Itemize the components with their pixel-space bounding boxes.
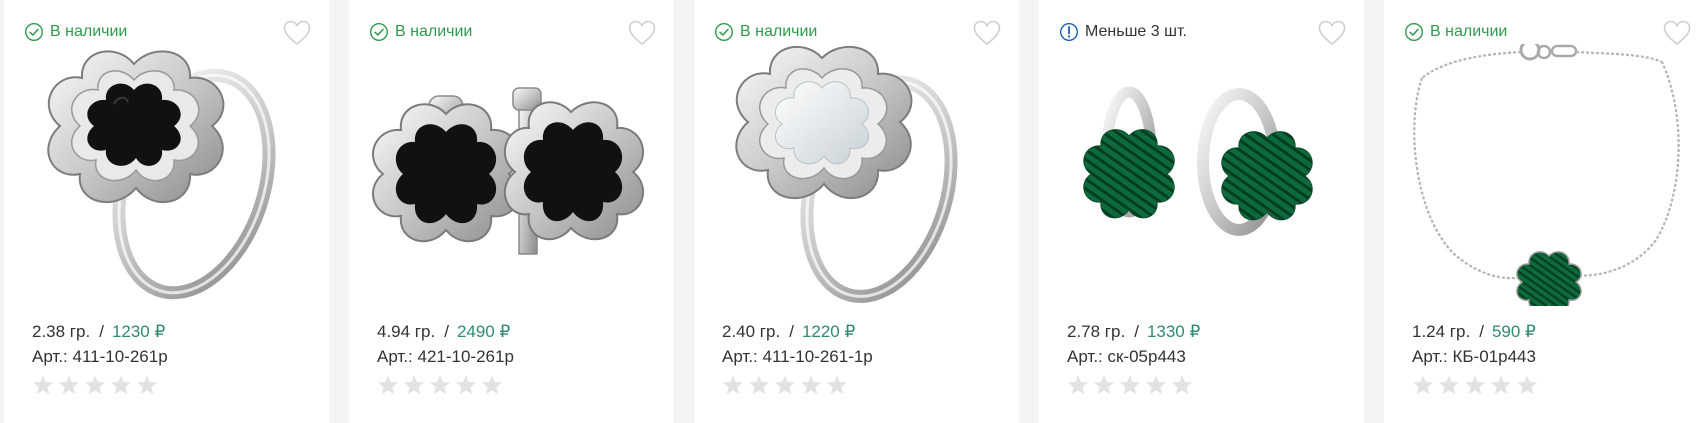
check-circle-icon bbox=[24, 22, 44, 42]
heart-icon bbox=[1318, 20, 1346, 46]
star-icon[interactable] bbox=[429, 374, 451, 396]
rating-stars[interactable] bbox=[32, 374, 158, 396]
star-icon[interactable] bbox=[1171, 374, 1193, 396]
star-icon[interactable] bbox=[1412, 374, 1434, 396]
product-price: 2490 ₽ bbox=[456, 322, 511, 341]
exclamation-circle-icon bbox=[1059, 22, 1079, 42]
price-line: 2.38 гр. / 1230 ₽ bbox=[32, 322, 165, 342]
check-circle-icon bbox=[369, 22, 389, 42]
availability-text: В наличии bbox=[740, 23, 818, 40]
availability-badge: Меньше 3 шт. bbox=[1059, 22, 1187, 42]
star-icon[interactable] bbox=[1464, 374, 1486, 396]
star-icon[interactable] bbox=[136, 374, 158, 396]
star-icon[interactable] bbox=[481, 374, 503, 396]
price-line: 1.24 гр. / 590 ₽ bbox=[1412, 322, 1536, 342]
heart-icon bbox=[973, 20, 1001, 46]
product-sku[interactable]: Арт.: ск-05р443 bbox=[1067, 347, 1186, 367]
product-price: 1330 ₽ bbox=[1146, 322, 1201, 341]
product-weight: 2.40 гр. bbox=[722, 322, 781, 341]
price-separator: / bbox=[789, 322, 794, 341]
favorite-button[interactable] bbox=[1663, 20, 1691, 46]
rating-stars[interactable] bbox=[722, 374, 848, 396]
availability-badge: В наличии bbox=[369, 22, 472, 42]
availability-text: Меньше 3 шт. bbox=[1085, 23, 1187, 40]
price-line: 2.78 гр. / 1330 ₽ bbox=[1067, 322, 1200, 342]
product-card[interactable]: В наличии bbox=[349, 0, 674, 423]
star-icon[interactable] bbox=[1145, 374, 1167, 396]
check-circle-icon bbox=[714, 22, 734, 42]
product-sku[interactable]: Арт.: КБ-01р443 bbox=[1412, 347, 1536, 367]
product-image[interactable] bbox=[704, 44, 1009, 306]
heart-icon bbox=[628, 20, 656, 46]
star-icon[interactable] bbox=[377, 374, 399, 396]
star-icon[interactable] bbox=[1490, 374, 1512, 396]
product-price: 1220 ₽ bbox=[801, 322, 856, 341]
product-card[interactable]: В наличии bbox=[1384, 0, 1704, 423]
star-icon[interactable] bbox=[1119, 374, 1141, 396]
product-sku[interactable]: Арт.: 411-10-261р bbox=[32, 347, 168, 367]
ring-image bbox=[47, 50, 276, 300]
heart-icon bbox=[283, 20, 311, 46]
product-weight: 4.94 гр. bbox=[377, 322, 436, 341]
favorite-button[interactable] bbox=[283, 20, 311, 46]
check-circle-icon bbox=[1404, 22, 1424, 42]
product-sku[interactable]: Арт.: 421-10-261р bbox=[377, 347, 514, 367]
star-icon[interactable] bbox=[774, 374, 796, 396]
price-separator: / bbox=[444, 322, 449, 341]
product-image[interactable] bbox=[1049, 44, 1354, 306]
star-icon[interactable] bbox=[455, 374, 477, 396]
star-icon[interactable] bbox=[1438, 374, 1460, 396]
bracelet-image bbox=[1413, 44, 1680, 306]
star-icon[interactable] bbox=[722, 374, 744, 396]
availability-badge: В наличии bbox=[24, 22, 127, 42]
heart-icon bbox=[1663, 20, 1691, 46]
star-icon[interactable] bbox=[748, 374, 770, 396]
product-grid: В наличии 2.38 гр./1230 ₽ Арт.: 411-10-2… bbox=[0, 0, 1704, 423]
star-icon[interactable] bbox=[1516, 374, 1538, 396]
rating-stars[interactable] bbox=[1412, 374, 1538, 396]
product-card[interactable]: В наличии bbox=[694, 0, 1019, 423]
rating-stars[interactable] bbox=[377, 374, 503, 396]
favorite-button[interactable] bbox=[973, 20, 1001, 46]
rating-stars[interactable] bbox=[1067, 374, 1193, 396]
star-icon[interactable] bbox=[32, 374, 54, 396]
price-line: 2.40 гр. / 1220 ₽ bbox=[722, 322, 855, 342]
price-separator: / bbox=[1479, 322, 1484, 341]
star-icon[interactable] bbox=[84, 374, 106, 396]
favorite-button[interactable] bbox=[1318, 20, 1346, 46]
product-weight: 1.24 гр. bbox=[1412, 322, 1471, 341]
product-price: 1230 ₽ bbox=[111, 322, 166, 341]
ring-image bbox=[735, 45, 958, 303]
star-icon[interactable] bbox=[1067, 374, 1089, 396]
product-weight: 2.78 гр. bbox=[1067, 322, 1126, 341]
price-line: 4.94 гр. / 2490 ₽ bbox=[377, 322, 510, 342]
product-image[interactable] bbox=[1394, 44, 1699, 306]
availability-text: В наличии bbox=[50, 23, 128, 40]
star-icon[interactable] bbox=[110, 374, 132, 396]
earrings-image bbox=[372, 87, 644, 255]
availability-text: В наличии bbox=[1430, 23, 1508, 40]
price-separator: / bbox=[1134, 322, 1139, 341]
product-card[interactable]: Меньше 3 шт. 2.78 гр. / 1330 ₽ Арт.: ск-… bbox=[1039, 0, 1364, 423]
price-separator: / bbox=[99, 322, 104, 341]
availability-badge: В наличии bbox=[1404, 22, 1507, 42]
star-icon[interactable] bbox=[58, 374, 80, 396]
favorite-button[interactable] bbox=[628, 20, 656, 46]
star-icon[interactable] bbox=[800, 374, 822, 396]
star-icon[interactable] bbox=[1093, 374, 1115, 396]
hoop-earrings-image bbox=[1083, 86, 1313, 236]
availability-badge: В наличии bbox=[714, 22, 817, 42]
product-image[interactable] bbox=[14, 44, 319, 306]
product-image[interactable] bbox=[359, 44, 664, 306]
product-weight: 2.38 гр. bbox=[32, 322, 91, 341]
star-icon[interactable] bbox=[826, 374, 848, 396]
product-price: 590 ₽ bbox=[1491, 322, 1536, 341]
availability-text: В наличии bbox=[395, 23, 473, 40]
star-icon[interactable] bbox=[403, 374, 425, 396]
product-card[interactable]: В наличии 2.38 гр./1230 ₽ Арт.: 411-10-2… bbox=[4, 0, 329, 423]
product-sku[interactable]: Арт.: 411-10-261-1р bbox=[722, 347, 873, 367]
